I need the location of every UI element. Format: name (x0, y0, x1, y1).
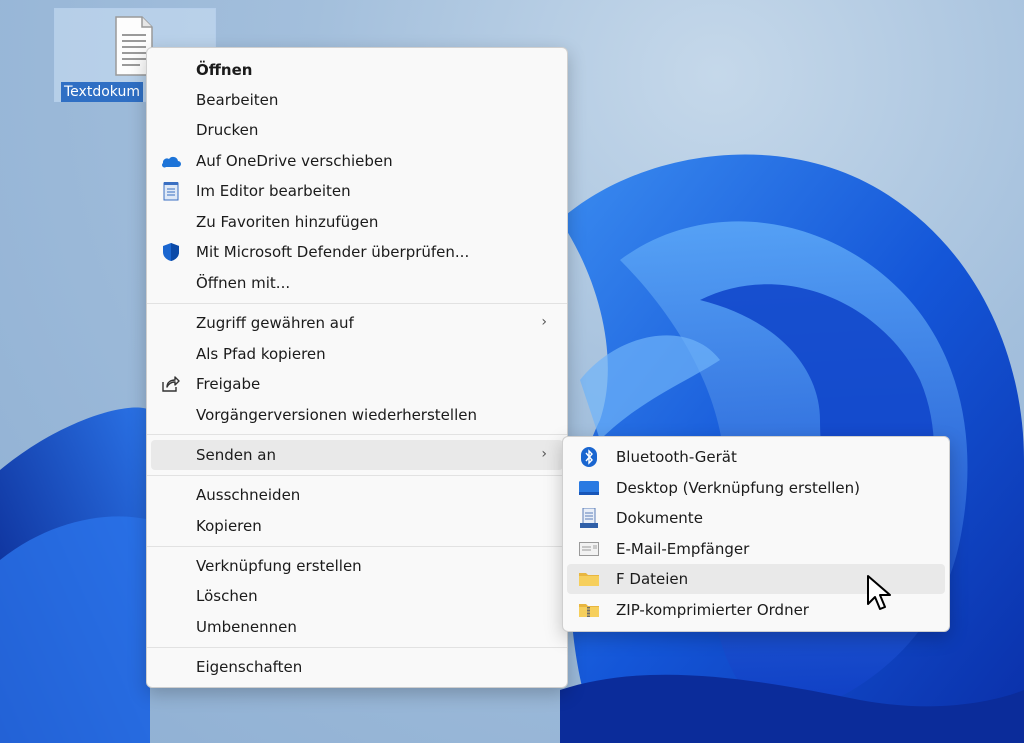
menu-item-senden-an[interactable]: Senden an › (151, 440, 563, 470)
menu-item-umbenennen[interactable]: Umbenennen (151, 612, 563, 642)
menu-item-label: Bearbeiten (196, 91, 279, 109)
share-icon (161, 374, 181, 394)
submenu-item-desktop[interactable]: Desktop (Verknüpfung erstellen) (567, 473, 945, 503)
notepad-icon (161, 181, 181, 201)
submenu-item-label: E-Mail-Empfänger (616, 540, 750, 558)
menu-item-label: Verknüpfung erstellen (196, 557, 362, 575)
menu-item-ausschneiden[interactable]: Ausschneiden (151, 480, 563, 510)
menu-item-loeschen[interactable]: Löschen (151, 581, 563, 611)
submenu-item-label: Dokumente (616, 509, 703, 527)
menu-item-als-pfad[interactable]: Als Pfad kopieren (151, 339, 563, 369)
menu-item-oeffnen-mit[interactable]: Öffnen mit... (151, 268, 563, 298)
documents-icon (579, 508, 599, 528)
menu-item-label: Im Editor bearbeiten (196, 182, 351, 200)
mouse-pointer-icon (867, 575, 891, 610)
defender-shield-icon (161, 242, 181, 262)
menu-item-label: Öffnen mit... (196, 274, 291, 292)
menu-separator (147, 303, 567, 304)
mail-icon (579, 539, 599, 559)
submenu-item-label: F Dateien (616, 570, 689, 588)
chevron-right-icon: › (541, 446, 547, 462)
menu-item-freigabe[interactable]: Freigabe (151, 369, 563, 399)
menu-item-label: Eigenschaften (196, 658, 303, 676)
menu-item-eigenschaften[interactable]: Eigenschaften (151, 652, 563, 682)
menu-item-oeffnen[interactable]: Öffnen (151, 55, 563, 85)
menu-item-onedrive[interactable]: Auf OneDrive verschieben (151, 146, 563, 176)
submenu-item-label: Bluetooth-Gerät (616, 448, 737, 466)
menu-item-label: Freigabe (196, 375, 261, 393)
menu-item-kopieren[interactable]: Kopieren (151, 511, 563, 541)
desktop-file-label: Textdokum (61, 82, 143, 102)
menu-item-label: Kopieren (196, 517, 262, 535)
menu-item-label: Löschen (196, 587, 258, 605)
menu-item-vorgaengerversionen[interactable]: Vorgängerversionen wiederherstellen (151, 400, 563, 430)
menu-item-label: Öffnen (196, 61, 253, 79)
context-menu: Öffnen Bearbeiten Drucken Auf OneDrive v… (146, 47, 568, 688)
submenu-item-bluetooth[interactable]: Bluetooth-Gerät (567, 442, 945, 472)
menu-item-favoriten[interactable]: Zu Favoriten hinzufügen (151, 207, 563, 237)
submenu-item-label: Desktop (Verknüpfung erstellen) (616, 479, 861, 497)
menu-separator (147, 434, 567, 435)
menu-item-drucken[interactable]: Drucken (151, 115, 563, 145)
submenu-item-label: ZIP-komprimierter Ordner (616, 601, 809, 619)
submenu-item-email[interactable]: E-Mail-Empfänger (567, 534, 945, 564)
menu-item-editor[interactable]: Im Editor bearbeiten (151, 176, 563, 206)
menu-item-label: Ausschneiden (196, 486, 301, 504)
menu-item-bearbeiten[interactable]: Bearbeiten (151, 85, 563, 115)
menu-item-label: Mit Microsoft Defender überprüfen... (196, 243, 470, 261)
menu-separator (147, 475, 567, 476)
desktop-icon (579, 478, 599, 498)
menu-item-defender[interactable]: Mit Microsoft Defender überprüfen... (151, 237, 563, 267)
chevron-right-icon: › (541, 314, 547, 330)
submenu-item-dokumente[interactable]: Dokumente (567, 503, 945, 533)
menu-item-label: Umbenennen (196, 618, 297, 636)
menu-item-label: Zu Favoriten hinzufügen (196, 213, 379, 231)
menu-item-verknuepfung[interactable]: Verknüpfung erstellen (151, 551, 563, 581)
menu-separator (147, 647, 567, 648)
menu-item-label: Auf OneDrive verschieben (196, 152, 393, 170)
menu-item-label: Senden an (196, 446, 276, 464)
menu-item-label: Zugriff gewähren auf (196, 314, 354, 332)
folder-icon (579, 569, 599, 589)
onedrive-icon (161, 151, 181, 171)
menu-item-label: Als Pfad kopieren (196, 345, 326, 363)
menu-item-zugriff[interactable]: Zugriff gewähren auf › (151, 308, 563, 338)
menu-item-label: Drucken (196, 121, 259, 139)
menu-item-label: Vorgängerversionen wiederherstellen (196, 406, 477, 424)
zip-folder-icon (579, 600, 599, 620)
bluetooth-icon (579, 447, 599, 467)
menu-separator (147, 546, 567, 547)
